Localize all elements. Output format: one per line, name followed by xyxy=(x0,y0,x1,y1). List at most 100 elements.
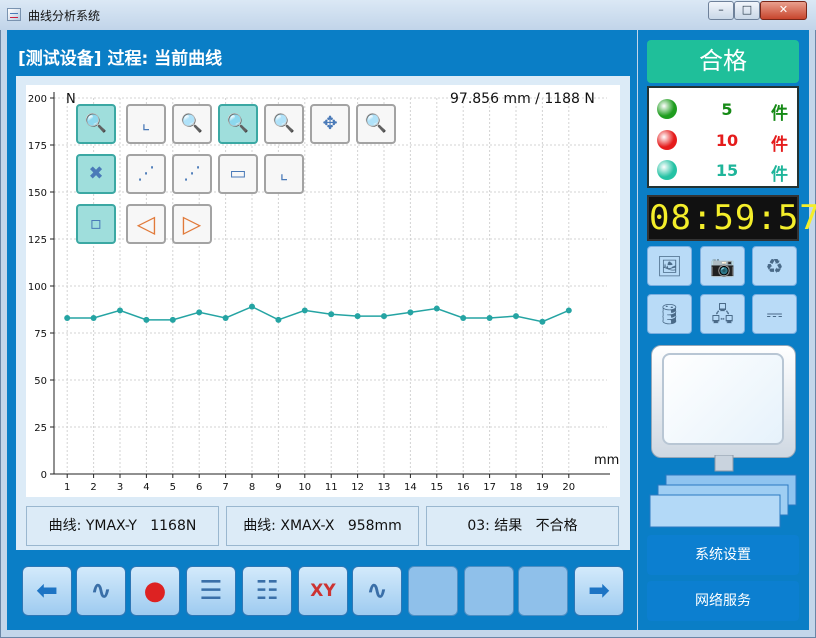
clear-icon: ▫ xyxy=(89,213,103,234)
usb-button[interactable]: ⎓ xyxy=(752,294,797,334)
maximize-button[interactable]: □ xyxy=(734,1,760,20)
camera-icon: 📷 xyxy=(710,254,735,278)
forward-arrow-button[interactable]: ➡ xyxy=(574,566,624,616)
x-tick-label: 6 xyxy=(196,482,202,493)
pass-dot-icon xyxy=(657,99,677,119)
database-button[interactable]: 🛢 xyxy=(647,294,692,334)
curve-pink-icon: ⋰ xyxy=(183,163,201,184)
x-tick-label: 1 xyxy=(64,482,70,493)
list-icon: ☷ xyxy=(255,576,279,606)
database-icon: 🛢 xyxy=(656,302,683,326)
close-button[interactable]: ✕ xyxy=(760,1,807,20)
x-tick-label: 5 xyxy=(170,482,176,493)
app-icon xyxy=(7,8,21,21)
forward-arrow-icon: ➡ xyxy=(588,576,610,606)
result-badge: 合格 xyxy=(647,40,799,83)
stat-result: 03: 结果 不合格 xyxy=(426,506,619,546)
x-tick-label: 12 xyxy=(351,482,364,493)
clear-button[interactable]: ▫ xyxy=(76,204,116,244)
data-point xyxy=(565,307,572,314)
chart-area[interactable]: 0 25 50 75 100 125 150 175 200 1 2 3 4 5 6 7 8 9 10 11 12 13 1… xyxy=(26,85,620,497)
zoom-reset-icon: 🔍 xyxy=(364,113,388,134)
y-tick-label: 25 xyxy=(34,423,47,434)
back-arrow-icon: ⬅ xyxy=(36,576,58,606)
data-point xyxy=(222,314,229,321)
system-settings-button[interactable]: 系统设置 xyxy=(647,535,799,575)
zoom-in-icon: 🔍 xyxy=(226,113,250,134)
fail-count: 10 xyxy=(715,131,739,150)
network-service-button[interactable]: 网络服务 xyxy=(647,581,799,621)
recycle-bin-button[interactable]: ♻ xyxy=(752,246,797,286)
pass-count: 5 xyxy=(721,100,733,119)
stat-xmax: 曲线: XMAX-X 958mm xyxy=(226,506,419,546)
x-tick-label: 8 xyxy=(249,482,255,493)
network-icon: 🖧 xyxy=(711,302,734,326)
pass-unit: 件 xyxy=(771,104,788,124)
x-tick-label: 15 xyxy=(430,482,443,493)
xy-button[interactable]: XY xyxy=(298,566,348,616)
curve-view-button[interactable]: ∿ xyxy=(76,566,126,616)
zoom-in-button[interactable]: 🔍 xyxy=(218,104,258,144)
stat-ymax-label: 曲线: YMAX-Y xyxy=(48,518,137,534)
data-point xyxy=(328,311,335,318)
data-point xyxy=(407,309,414,316)
x-tick-label: 4 xyxy=(143,482,149,493)
stacked-pages-icon xyxy=(649,455,797,528)
minimize-button[interactable]: – xyxy=(708,1,734,20)
back-arrow-button[interactable]: ⬅ xyxy=(22,566,72,616)
camera-button[interactable]: 📷 xyxy=(700,246,745,286)
bars-button[interactable]: ☰ xyxy=(186,566,236,616)
image-button[interactable]: 🖼 xyxy=(647,246,692,286)
status-lights-icon: ● xyxy=(143,576,167,606)
axis-origin-button[interactable]: ⌞ xyxy=(126,104,166,144)
monitor-screen xyxy=(662,353,784,445)
curve-edit-button[interactable]: ∿ xyxy=(352,566,402,616)
axis-edit-button[interactable]: ⌞ xyxy=(264,154,304,194)
digital-clock: 08:59:57 xyxy=(647,195,816,241)
prev-arrow-button[interactable]: ◁ xyxy=(126,204,166,244)
status-lights-button[interactable]: ● xyxy=(130,566,180,616)
data-point xyxy=(64,314,71,321)
prev-arrow-icon: ◁ xyxy=(136,210,156,238)
zoom-button[interactable]: 🔍 xyxy=(76,104,116,144)
empty-button[interactable] xyxy=(464,566,514,616)
stat-result-value: 不合格 xyxy=(535,518,578,534)
page-title: [测试设备] 过程: 当前曲线 xyxy=(18,49,223,69)
y-axis-label: N xyxy=(66,92,76,107)
tools-icon: ✖ xyxy=(88,163,104,184)
fail-dot-icon xyxy=(657,130,677,150)
network-button[interactable]: 🖧 xyxy=(700,294,745,334)
next-arrow-button[interactable]: ▷ xyxy=(172,204,212,244)
data-point xyxy=(117,307,123,314)
curve-pink-button[interactable]: ⋰ xyxy=(172,154,212,194)
data-point xyxy=(513,313,519,320)
empty-button[interactable] xyxy=(518,566,568,616)
stat-ymax-value: 1168N xyxy=(150,518,197,534)
curve-mark-button[interactable]: ⋰ xyxy=(126,154,166,194)
axis-edit-icon: ⌞ xyxy=(279,163,289,184)
empty-button[interactable] xyxy=(408,566,458,616)
zoom-out-button[interactable]: 🔍 xyxy=(264,104,304,144)
bars-icon: ☰ xyxy=(199,576,223,606)
x-tick-label: 13 xyxy=(378,482,391,493)
zoom-reset-button[interactable]: 🔍 xyxy=(356,104,396,144)
total-unit: 件 xyxy=(771,165,788,185)
stat-xmax-label: 曲线: XMAX-X xyxy=(243,518,335,534)
x-axis-label: mm xyxy=(594,453,619,468)
y-tick-label: 200 xyxy=(28,94,47,105)
series-line xyxy=(67,305,570,323)
x-tick-label: 3 xyxy=(117,482,123,493)
pan-button[interactable]: ✥ xyxy=(310,104,350,144)
data-point xyxy=(196,309,203,316)
x-tick-label: 2 xyxy=(90,482,96,493)
list-button[interactable]: ☷ xyxy=(242,566,292,616)
x-tick-label: 11 xyxy=(325,482,338,493)
rect-select-button[interactable]: ▭ xyxy=(218,154,258,194)
stat-result-label: 03: 结果 xyxy=(467,518,523,534)
zoom-icon: 🔍 xyxy=(84,113,108,134)
tools-button[interactable]: ✖ xyxy=(76,154,116,194)
zoom-x-button[interactable]: 🔍 xyxy=(172,104,212,144)
y-tick-label: 100 xyxy=(28,282,47,293)
line-chart: 02550751001251501752001 2 3 4 5 6 7 8 9 10 11 12 13 1… xyxy=(28,92,619,493)
stat-xmax-value: 958mm xyxy=(347,518,402,534)
